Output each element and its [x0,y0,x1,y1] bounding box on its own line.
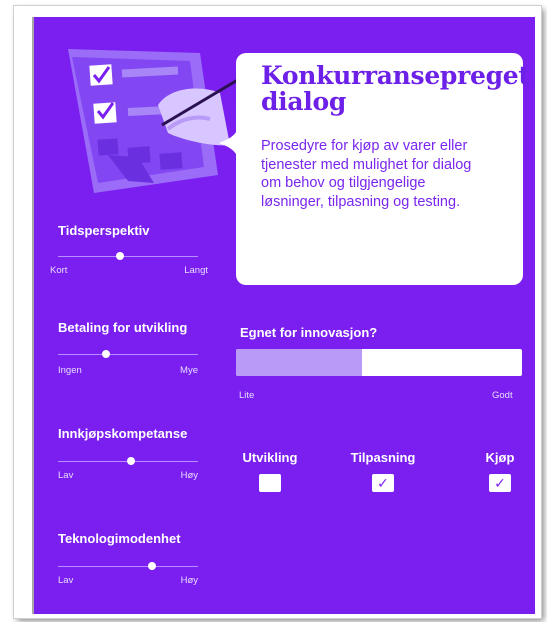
slider-thumb[interactable] [126,457,135,465]
slider-low-label: Ingen [58,365,82,376]
type-checkbox[interactable]: ✓ [372,474,394,492]
slider-track[interactable] [58,256,198,257]
checklist-illustration [68,49,260,193]
innovation-bar [236,349,522,376]
slider-track[interactable] [58,566,198,567]
procedure-card: Konkurransepreget dialog Prosedyre for k… [32,17,535,614]
type-checkbox[interactable]: ✓ [489,474,511,492]
description-bubble: Konkurransepreget dialog Prosedyre for k… [219,53,530,285]
slider-label: Innkjøpskompetanse [58,426,188,441]
slider-low-label: Lav [58,575,74,586]
slider-high-label: Høy [180,470,198,481]
slider-label: Tidsperspektiv [58,223,150,238]
type-label: Utvikling [242,450,298,465]
innovation-low-label: Lite [239,390,255,401]
innovation-bar-fill [236,349,362,376]
slider-high-label: Høy [180,575,198,586]
slider-label: Betaling for utvikling [58,320,188,335]
innovation-high-label: Godt [492,390,513,401]
type-kjop: Kjøp ✓ [482,450,518,492]
slider-label: Teknologimodenhet [58,531,181,546]
slider-thumb[interactable] [101,350,110,358]
description-text: Prosedyre for kjøp av varer eller tjenes… [261,138,472,210]
innovation-label: Egnet for innovasjon? [240,325,378,340]
type-label: Tilpasning [350,450,416,465]
type-label: Kjøp [485,450,515,465]
slider-high-label: Langt [184,265,208,276]
slider-thumb[interactable] [147,562,156,570]
slider-thumb[interactable] [115,252,124,260]
type-checkbox[interactable] [259,474,281,492]
slider-low-label: Lav [58,470,74,481]
page-title: Konkurransepreget dialog [261,61,530,116]
slider-high-label: Mye [180,365,198,376]
type-tilpasning: Tilpasning ✓ [344,450,422,492]
bubble-tail [219,121,239,165]
type-utvikling: Utvikling [240,450,300,492]
slider-low-label: Kort [50,265,68,276]
slider-track[interactable] [58,354,198,355]
